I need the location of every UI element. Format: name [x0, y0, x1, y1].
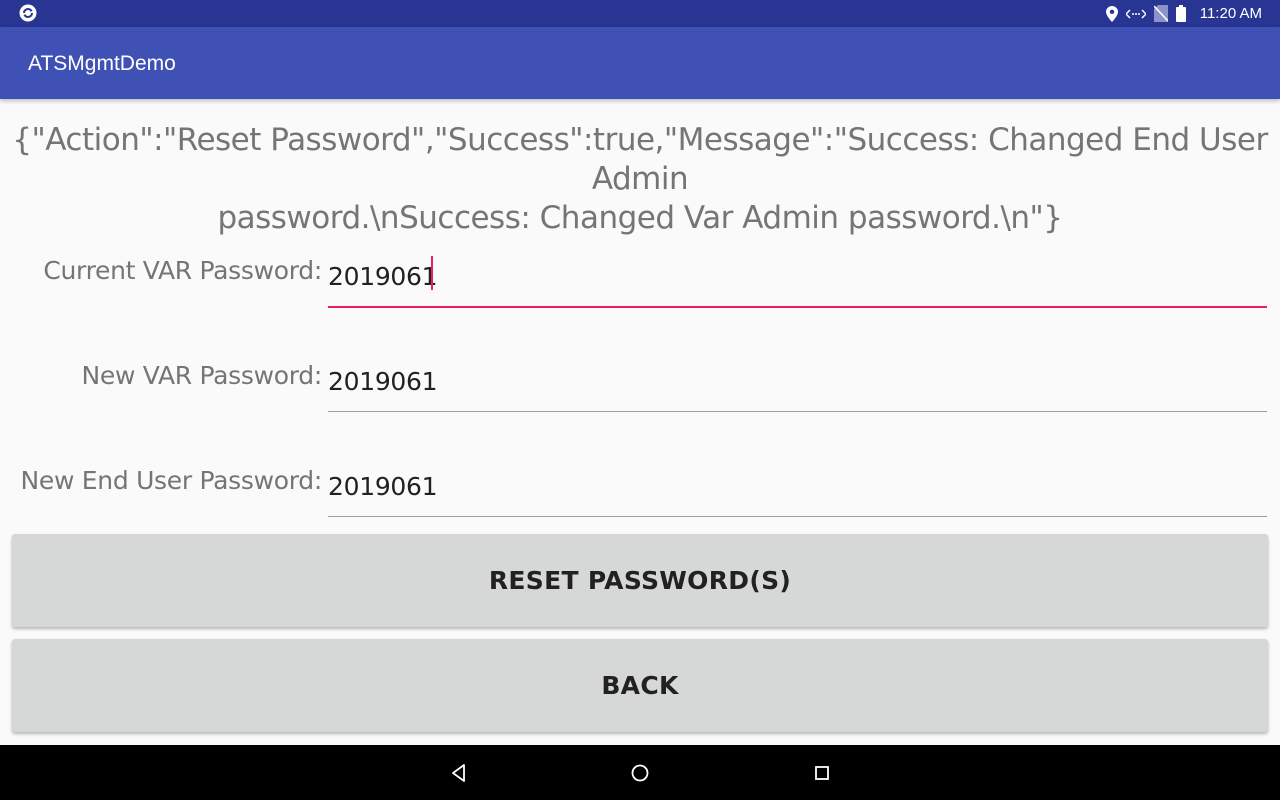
data-icon — [1125, 8, 1146, 19]
text-caret — [431, 256, 433, 290]
home-circle-icon[interactable] — [629, 762, 651, 784]
app-title: ATSMgmtDemo — [28, 52, 176, 75]
location-icon — [1105, 5, 1118, 22]
status-bar: 11:20 AM — [0, 0, 1280, 27]
current-var-password-label: Current VAR Password: — [43, 256, 322, 285]
reset-passwords-button[interactable]: RESET PASSWORD(S) — [12, 534, 1268, 627]
new-end-user-password-input[interactable] — [328, 460, 1267, 517]
battery-icon — [1175, 5, 1186, 22]
new-end-user-password-row: New End User Password: — [0, 450, 1280, 530]
new-var-password-input[interactable] — [328, 355, 1267, 412]
response-message: {"Action":"Reset Password","Success":tru… — [0, 121, 1280, 238]
app-bar: ATSMgmtDemo — [0, 27, 1280, 99]
response-line-2: password.\nSuccess: Changed Var Admin pa… — [217, 200, 1063, 236]
status-icons: 11:20 AM — [1105, 0, 1262, 27]
back-button[interactable]: BACK — [12, 639, 1268, 732]
sync-app-icon — [19, 4, 37, 22]
new-var-password-row: New VAR Password: — [0, 345, 1280, 425]
current-var-password-input[interactable] — [328, 250, 1267, 308]
new-var-password-label: New VAR Password: — [81, 361, 323, 390]
response-line-1: {"Action":"Reset Password","Success":tru… — [12, 122, 1268, 197]
new-end-user-password-label: New End User Password: — [20, 466, 323, 495]
system-nav-bar — [0, 745, 1280, 800]
no-sim-icon — [1153, 5, 1168, 22]
back-triangle-icon[interactable] — [448, 762, 470, 784]
recents-square-icon[interactable] — [811, 762, 833, 784]
current-var-password-row: Current VAR Password: — [0, 240, 1280, 320]
status-time: 11:20 AM — [1199, 5, 1262, 22]
